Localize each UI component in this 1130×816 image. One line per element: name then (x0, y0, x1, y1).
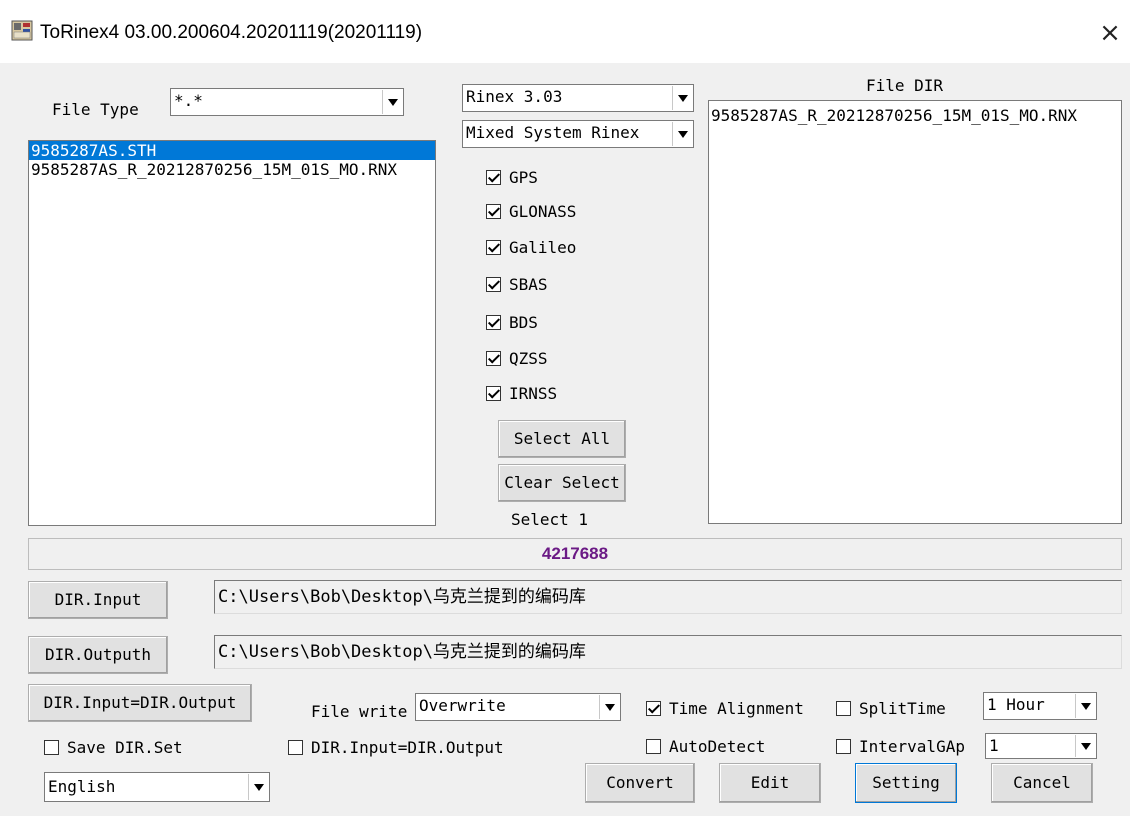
dir-input-path: C:\Users\Bob\Desktop\乌克兰提到的编码库 (214, 580, 1122, 614)
app-icon (11, 20, 33, 41)
checkbox-icon[interactable] (44, 740, 59, 755)
checkbox-icon[interactable] (288, 740, 303, 755)
checkbox-icon[interactable] (486, 204, 501, 219)
file-type-value: *.* (174, 91, 203, 110)
file-type-select[interactable]: *.* (170, 88, 404, 116)
chevron-down-icon (678, 131, 688, 138)
qzss-checkbox[interactable]: QZSS (486, 348, 548, 368)
edit-button[interactable]: Edit (719, 763, 821, 803)
time-alignment-checkbox[interactable]: Time Alignment (646, 698, 804, 718)
rinex-version-value: Rinex 3.03 (466, 87, 563, 106)
checkbox-icon[interactable] (486, 240, 501, 255)
language-select[interactable]: English (44, 772, 270, 802)
save-dir-set-checkbox[interactable]: Save DIR.Set (44, 737, 183, 757)
checkbox-icon[interactable] (486, 170, 501, 185)
file-type-label: File Type (52, 100, 139, 119)
language-dropdown-button[interactable] (248, 774, 268, 800)
galileo-checkbox[interactable]: Galileo (486, 237, 576, 257)
dir-input-equals-output-button[interactable]: DIR.Input=DIR.Output (28, 684, 252, 722)
system-mode-dropdown-button[interactable] (672, 122, 692, 146)
interval-gap-value: 1 (989, 736, 999, 755)
split-time-dropdown-button[interactable] (1075, 694, 1095, 718)
file-type-dropdown-button[interactable] (382, 90, 402, 114)
interval-gap-checkbox[interactable]: IntervalGAp (836, 736, 965, 756)
chevron-down-icon (388, 99, 398, 106)
list-item[interactable]: 9585287AS.STH (29, 141, 435, 160)
file-write-dropdown-button[interactable] (599, 695, 619, 719)
auto-detect-checkbox[interactable]: AutoDetect (646, 736, 765, 756)
file-listbox[interactable]: 9585287AS.STH 9585287AS_R_20212870256_15… (28, 140, 436, 526)
dir-output-button[interactable]: DIR.Outputh (28, 636, 168, 674)
chevron-down-icon (678, 95, 688, 102)
window-title: ToRinex4 03.00.200604.20201119(20201119) (40, 22, 423, 43)
system-mode-value: Mixed System Rinex (466, 123, 640, 142)
split-time-select[interactable]: 1 Hour (983, 692, 1097, 720)
dir-same-checkbox[interactable]: DIR.Input=DIR.Output (288, 737, 504, 757)
clear-select-button[interactable]: Clear Select (498, 464, 626, 502)
chevron-down-icon (1081, 743, 1091, 750)
rinex-version-dropdown-button[interactable] (672, 86, 692, 110)
status-counter: 4217688 (28, 538, 1122, 570)
checkbox-icon[interactable] (486, 315, 501, 330)
select-all-button[interactable]: Select All (498, 420, 626, 458)
rinex-version-select[interactable]: Rinex 3.03 (462, 84, 694, 112)
setting-button[interactable]: Setting (855, 763, 957, 803)
gps-checkbox[interactable]: GPS (486, 167, 538, 187)
close-button[interactable]: × (1090, 14, 1130, 52)
checkbox-icon[interactable] (836, 739, 851, 754)
file-write-value: Overwrite (419, 696, 506, 715)
chevron-down-icon (254, 784, 264, 791)
checkbox-icon[interactable] (486, 277, 501, 292)
system-mode-select[interactable]: Mixed System Rinex (462, 120, 694, 148)
file-write-label: File write (311, 702, 408, 721)
chevron-down-icon (605, 704, 615, 711)
interval-gap-select[interactable]: 1 (985, 733, 1097, 759)
split-time-value: 1 Hour (987, 695, 1045, 714)
sbas-checkbox[interactable]: SBAS (486, 274, 548, 294)
select-count-text: Select 1 (511, 510, 589, 529)
checkbox-icon[interactable] (646, 739, 661, 754)
file-dir-label: File DIR (866, 76, 944, 95)
interval-gap-dropdown-button[interactable] (1075, 735, 1095, 757)
split-time-checkbox[interactable]: SplitTime (836, 698, 946, 718)
checkbox-icon[interactable] (486, 386, 501, 401)
glonass-checkbox[interactable]: GLONASS (486, 201, 576, 221)
dir-output-path: C:\Users\Bob\Desktop\乌克兰提到的编码库 (214, 635, 1122, 669)
file-dir-listbox[interactable]: 9585287AS_R_20212870256_15M_01S_MO.RNX (708, 100, 1122, 524)
language-value: English (48, 777, 116, 796)
checkbox-icon[interactable] (646, 701, 661, 716)
file-write-select[interactable]: Overwrite (415, 693, 621, 721)
convert-button[interactable]: Convert (585, 763, 695, 803)
list-item[interactable]: 9585287AS_R_20212870256_15M_01S_MO.RNX (709, 106, 1121, 125)
dir-input-button[interactable]: DIR.Input (28, 581, 168, 619)
cancel-button[interactable]: Cancel (991, 763, 1093, 803)
checkbox-icon[interactable] (836, 701, 851, 716)
bds-checkbox[interactable]: BDS (486, 312, 538, 332)
list-item[interactable]: 9585287AS_R_20212870256_15M_01S_MO.RNX (29, 160, 435, 179)
checkbox-icon[interactable] (486, 351, 501, 366)
chevron-down-icon (1081, 703, 1091, 710)
irnss-checkbox[interactable]: IRNSS (486, 383, 557, 403)
